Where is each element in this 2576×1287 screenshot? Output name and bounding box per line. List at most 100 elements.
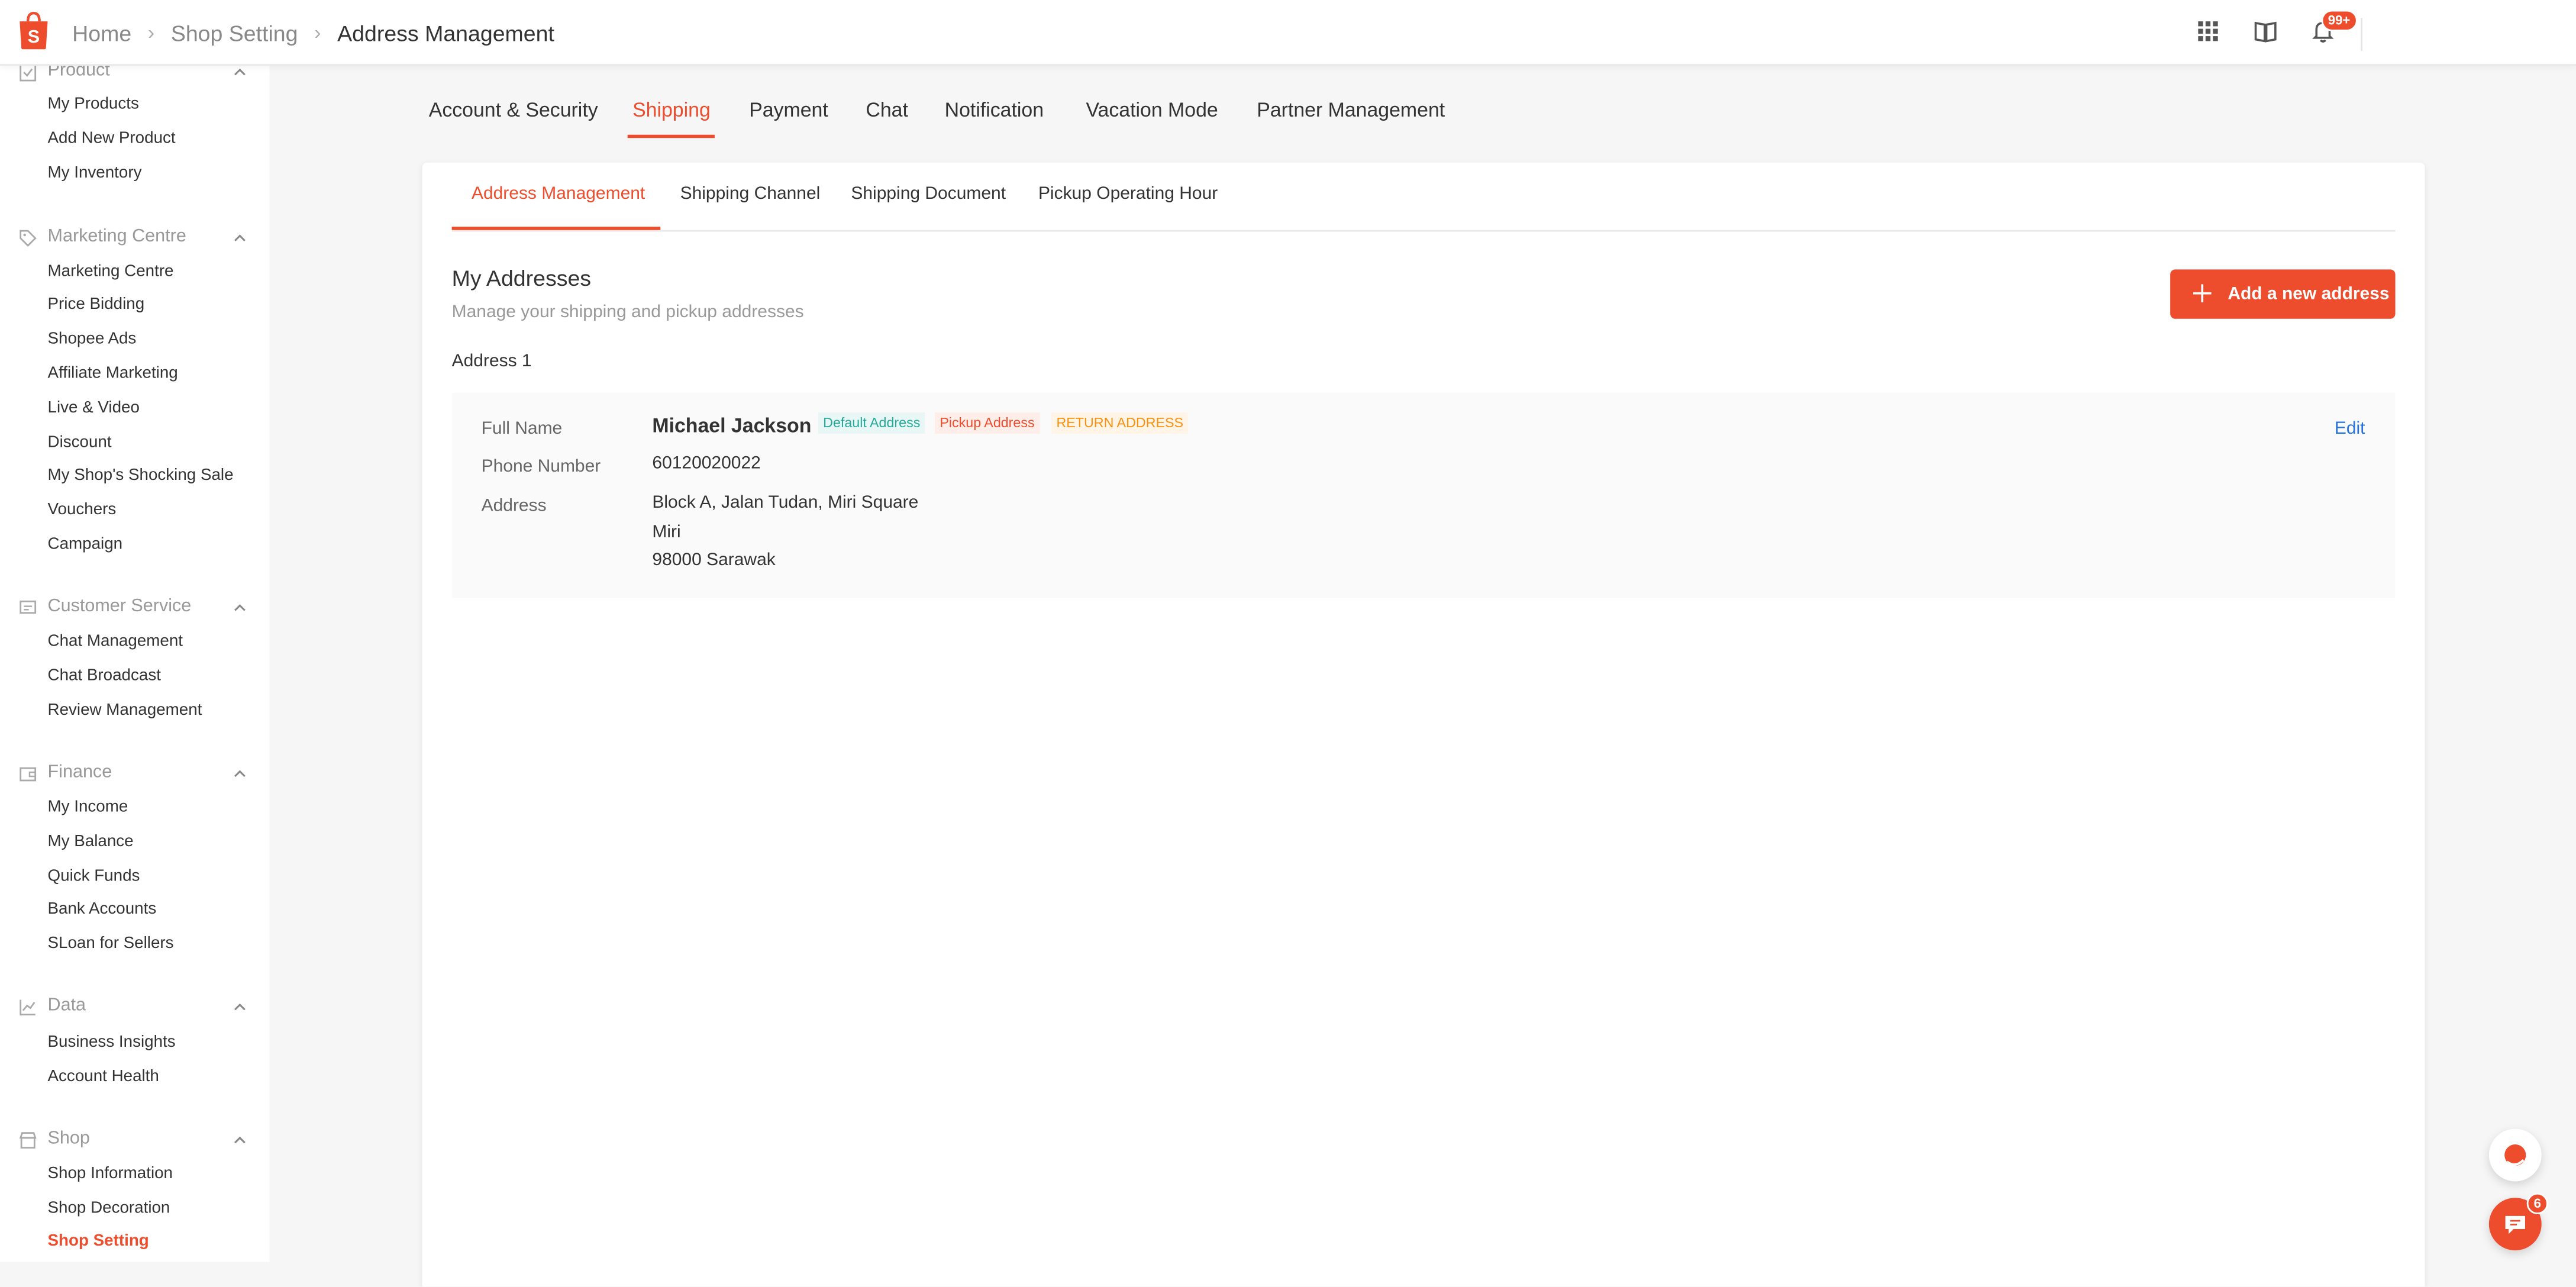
chevron-right-icon: › [147,21,155,44]
chevron-right-icon: › [314,21,321,44]
sidebar-item-my-inventory[interactable]: My Inventory [48,164,142,183]
address-index-label: Address 1 [451,351,532,372]
chevron-up-icon[interactable] [232,766,248,782]
full-name-label: Full Name [481,419,563,439]
sidebar-item-vouchers[interactable]: Vouchers [48,501,117,520]
sidebar-section-customer-service[interactable]: Customer Service [0,593,269,622]
sidebar-item-account-health[interactable]: Account Health [48,1068,159,1086]
tab-notification[interactable]: Notification [945,99,1044,122]
address-entry: Full Name Michael Jackson Default Addres… [451,392,2396,598]
chat-unread-badge: 6 [2526,1192,2548,1215]
subtab-shipping-document[interactable]: Shipping Document [851,184,1006,204]
book-icon[interactable] [2252,18,2278,44]
sidebar-section-title: Shop [47,1128,90,1149]
sidebar-section-title: Marketing Centre [47,227,186,247]
phone-value: 60120020022 [652,453,761,473]
address-line-1: Block A, Jalan Tudan, Miri Square [652,493,919,513]
header-divider [2361,18,2363,51]
apps-grid-icon[interactable] [2195,18,2221,44]
subtab-shipping-channel[interactable]: Shipping Channel [680,184,821,204]
subtab-address-management[interactable]: Address Management [472,184,645,204]
sidebar-item-my-products[interactable]: My Products [48,95,139,114]
sidebar-item-affiliate-marketing[interactable]: Affiliate Marketing [48,365,178,383]
full-name-value: Michael Jackson [652,414,812,437]
sidebar-item-bank-accounts[interactable]: Bank Accounts [48,901,157,919]
sidebar-item-shop-setting[interactable]: Shop Setting [48,1233,149,1251]
svg-text:S: S [28,27,40,47]
tab-vacation-mode[interactable]: Vacation Mode [1086,99,1218,122]
sidebar-section-title: Data [47,995,86,1016]
shopee-logo-icon[interactable]: S [15,10,53,51]
address-line-2: Miri [652,522,681,543]
address-label: Address [481,496,547,516]
chat-bubble-icon [20,600,37,614]
sidebar-item-live-video[interactable]: Live & Video [48,399,140,418]
sub-tabs: Address Management Shipping Channel Ship… [451,163,2396,232]
breadcrumb-current: Address Management [337,20,554,46]
sidebar-item-marketing-centre[interactable]: Marketing Centre [48,263,174,281]
sidebar-item-quick-funds[interactable]: Quick Funds [48,867,140,886]
sidebar-item-my-balance[interactable]: My Balance [48,833,134,851]
sidebar-section-shop[interactable]: Shop [0,1125,269,1155]
clipboard-icon [20,66,37,82]
address-card: Address Management Shipping Channel Ship… [422,162,2425,1287]
wallet-icon [20,767,37,782]
sidebar-item-shop-information[interactable]: Shop Information [48,1165,173,1183]
sidebar-section-title: Product [47,66,110,81]
sidebar-item-my-income[interactable]: My Income [48,799,128,817]
address-line-3: 98000 Sarawak [652,550,776,570]
sidebar-item-shopee-ads[interactable]: Shopee Ads [48,330,137,349]
sidebar-item-chat-management[interactable]: Chat Management [48,633,183,651]
sidebar-section-marketing-centre[interactable]: Marketing Centre [0,224,269,253]
assistant-float-button[interactable] [2488,1128,2542,1182]
sidebar-section-finance[interactable]: Finance [0,759,269,789]
chart-icon [20,999,35,1016]
section-title: My Addresses [451,266,592,291]
chevron-up-icon[interactable] [232,600,248,617]
return-address-tag: RETURN ADDRESS [1051,412,1189,434]
sidebar: Product My Products Add New Product My I… [0,66,270,1262]
edit-address-link[interactable]: Edit [2335,419,2365,438]
active-tab-indicator [627,134,715,138]
chevron-up-icon[interactable] [232,999,248,1015]
subtab-pickup-operating-hour[interactable]: Pickup Operating Hour [1038,184,1218,204]
sidebar-item-add-new-product[interactable]: Add New Product [48,130,176,148]
phone-label: Phone Number [481,456,601,477]
pickup-address-tag: Pickup Address [934,412,1040,434]
breadcrumb-home[interactable]: Home [72,21,131,46]
tab-shipping[interactable]: Shipping [632,99,711,122]
sidebar-item-review-management[interactable]: Review Management [48,702,202,720]
sidebar-item-business-insights[interactable]: Business Insights [48,1034,176,1052]
sidebar-section-product[interactable]: Product [0,66,269,87]
sidebar-item-campaign[interactable]: Campaign [48,536,123,554]
tag-icon [20,230,37,247]
sidebar-item-shop-decoration[interactable]: Shop Decoration [48,1199,170,1218]
plus-icon [2193,284,2212,302]
top-header: S Home › Shop Setting › Address Manageme… [0,0,2576,66]
tab-chat[interactable]: Chat [866,99,908,122]
add-new-address-button[interactable]: Add a new address [2170,269,2396,319]
sidebar-section-data[interactable]: Data [0,992,269,1022]
chevron-up-icon[interactable] [232,66,248,80]
active-subtab-indicator [451,227,661,230]
app-root: S Home › Shop Setting › Address Manageme… [0,0,2576,1287]
sidebar-section-title: Finance [47,762,112,782]
store-icon [19,1132,37,1149]
sidebar-item-price-bidding[interactable]: Price Bidding [48,296,145,314]
tab-account-security[interactable]: Account & Security [429,99,598,122]
chevron-up-icon[interactable] [232,230,248,247]
sidebar-section-title: Customer Service [47,596,192,617]
tab-payment[interactable]: Payment [749,99,828,122]
chevron-up-icon[interactable] [232,1132,248,1149]
sidebar-item-chat-broadcast[interactable]: Chat Broadcast [48,667,161,685]
assistant-icon [2504,1144,2526,1166]
breadcrumb: Home › Shop Setting › Address Management [72,18,554,48]
add-new-address-label: Add a new address [2228,284,2390,304]
sidebar-item-sloan[interactable]: SLoan for Sellers [48,935,174,953]
sidebar-item-discount[interactable]: Discount [48,434,112,452]
tab-partner-management[interactable]: Partner Management [1257,99,1445,122]
chat-icon [2505,1215,2525,1234]
sidebar-item-shocking-sale[interactable]: My Shop's Shocking Sale [48,467,234,485]
section-subtitle: Manage your shipping and pickup addresse… [451,302,804,322]
breadcrumb-shop-setting[interactable]: Shop Setting [171,21,298,46]
